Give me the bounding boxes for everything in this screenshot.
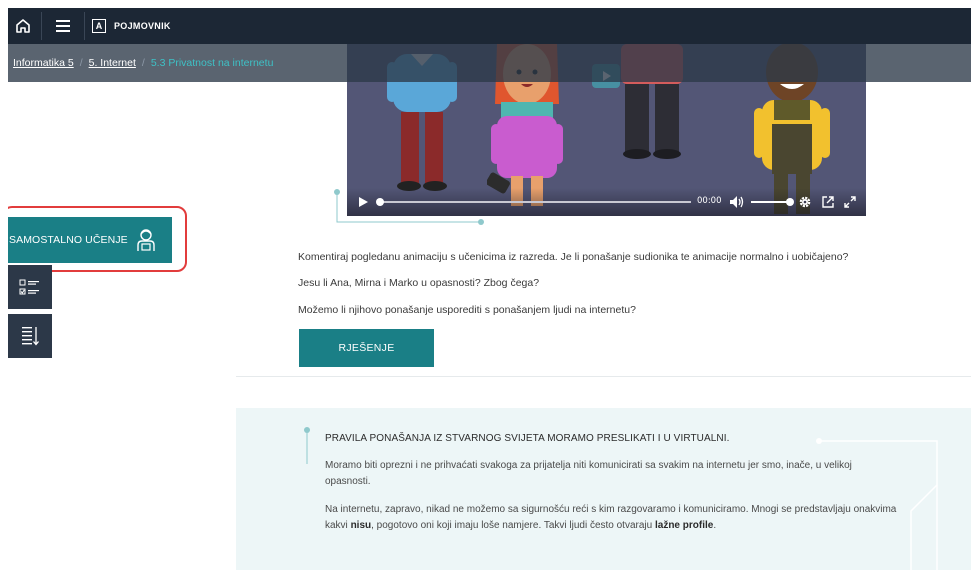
volume-handle[interactable] <box>786 198 794 206</box>
volume-icon[interactable] <box>729 195 745 209</box>
breadcrumb: Informatika 5 / 5. Internet / 5.3 Privat… <box>8 44 971 82</box>
checklist-button[interactable] <box>8 265 52 309</box>
home-button[interactable] <box>8 8 38 44</box>
topbar-divider <box>84 12 85 40</box>
volume-slider[interactable] <box>751 198 794 206</box>
breadcrumb-separator: / <box>79 57 83 69</box>
video-time: 00:00 <box>697 196 722 206</box>
info-box-marker <box>304 427 310 464</box>
topbar-divider <box>41 12 42 40</box>
question-text: Jesu li Ana, Mirna i Marko u opasnosti? … <box>298 277 540 289</box>
list-sort-icon <box>22 327 39 346</box>
fullscreen-icon[interactable] <box>843 195 857 209</box>
question-text: Komentiraj pogledanu animaciju s učenici… <box>298 251 849 263</box>
info-text: . <box>713 520 717 531</box>
glossary-button[interactable]: A POJMOVNIK <box>92 8 171 44</box>
popout-icon[interactable] <box>821 195 835 209</box>
self-study-label: SAMOSTALNO UČENJE <box>9 234 128 246</box>
info-bold-text: nisu <box>350 520 372 531</box>
sort-list-button[interactable] <box>8 314 52 358</box>
page: A POJMOVNIK 00:00 Informatika 5 / 5. Int… <box>8 8 971 578</box>
info-box-title: PRAVILA PONAŠANJA IZ STVARNOG SVIJETA MO… <box>325 433 730 444</box>
self-study-button[interactable]: SAMOSTALNO UČENJE <box>8 217 172 263</box>
solution-button[interactable]: RJEŠENJE <box>299 329 434 367</box>
top-bar: A POJMOVNIK <box>8 8 971 44</box>
settings-gear-icon[interactable] <box>798 195 812 209</box>
decorative-connector <box>334 189 484 225</box>
info-paragraph: Moramo biti oprezni i ne prihvaćati svak… <box>325 460 852 487</box>
breadcrumb-current: 5.3 Privatnost na internetu <box>150 57 274 69</box>
breadcrumb-item-course[interactable]: Informatika 5 <box>13 57 74 69</box>
section-divider <box>236 376 971 377</box>
glossary-label: POJMOVNIK <box>114 21 171 31</box>
glossary-icon: A <box>92 19 106 33</box>
breadcrumb-item-module[interactable]: 5. Internet <box>89 57 136 69</box>
checklist-icon <box>19 279 39 295</box>
breadcrumb-separator: / <box>141 57 145 69</box>
info-text: , pogotovo oni koji imaju loše namjere. … <box>371 520 655 531</box>
info-box: PRAVILA PONAŠANJA IZ STVARNOG SVIJETA MO… <box>236 408 971 570</box>
question-text: Možemo li njihovo ponašanje usporediti s… <box>298 304 636 316</box>
student-icon <box>137 229 155 251</box>
menu-button[interactable] <box>48 8 78 44</box>
home-icon <box>16 19 30 33</box>
info-bold-text: lažne profile <box>654 520 714 531</box>
hamburger-icon <box>56 20 70 32</box>
info-paragraph: Na internetu, zapravo, nikad ne možemo s… <box>325 502 900 534</box>
